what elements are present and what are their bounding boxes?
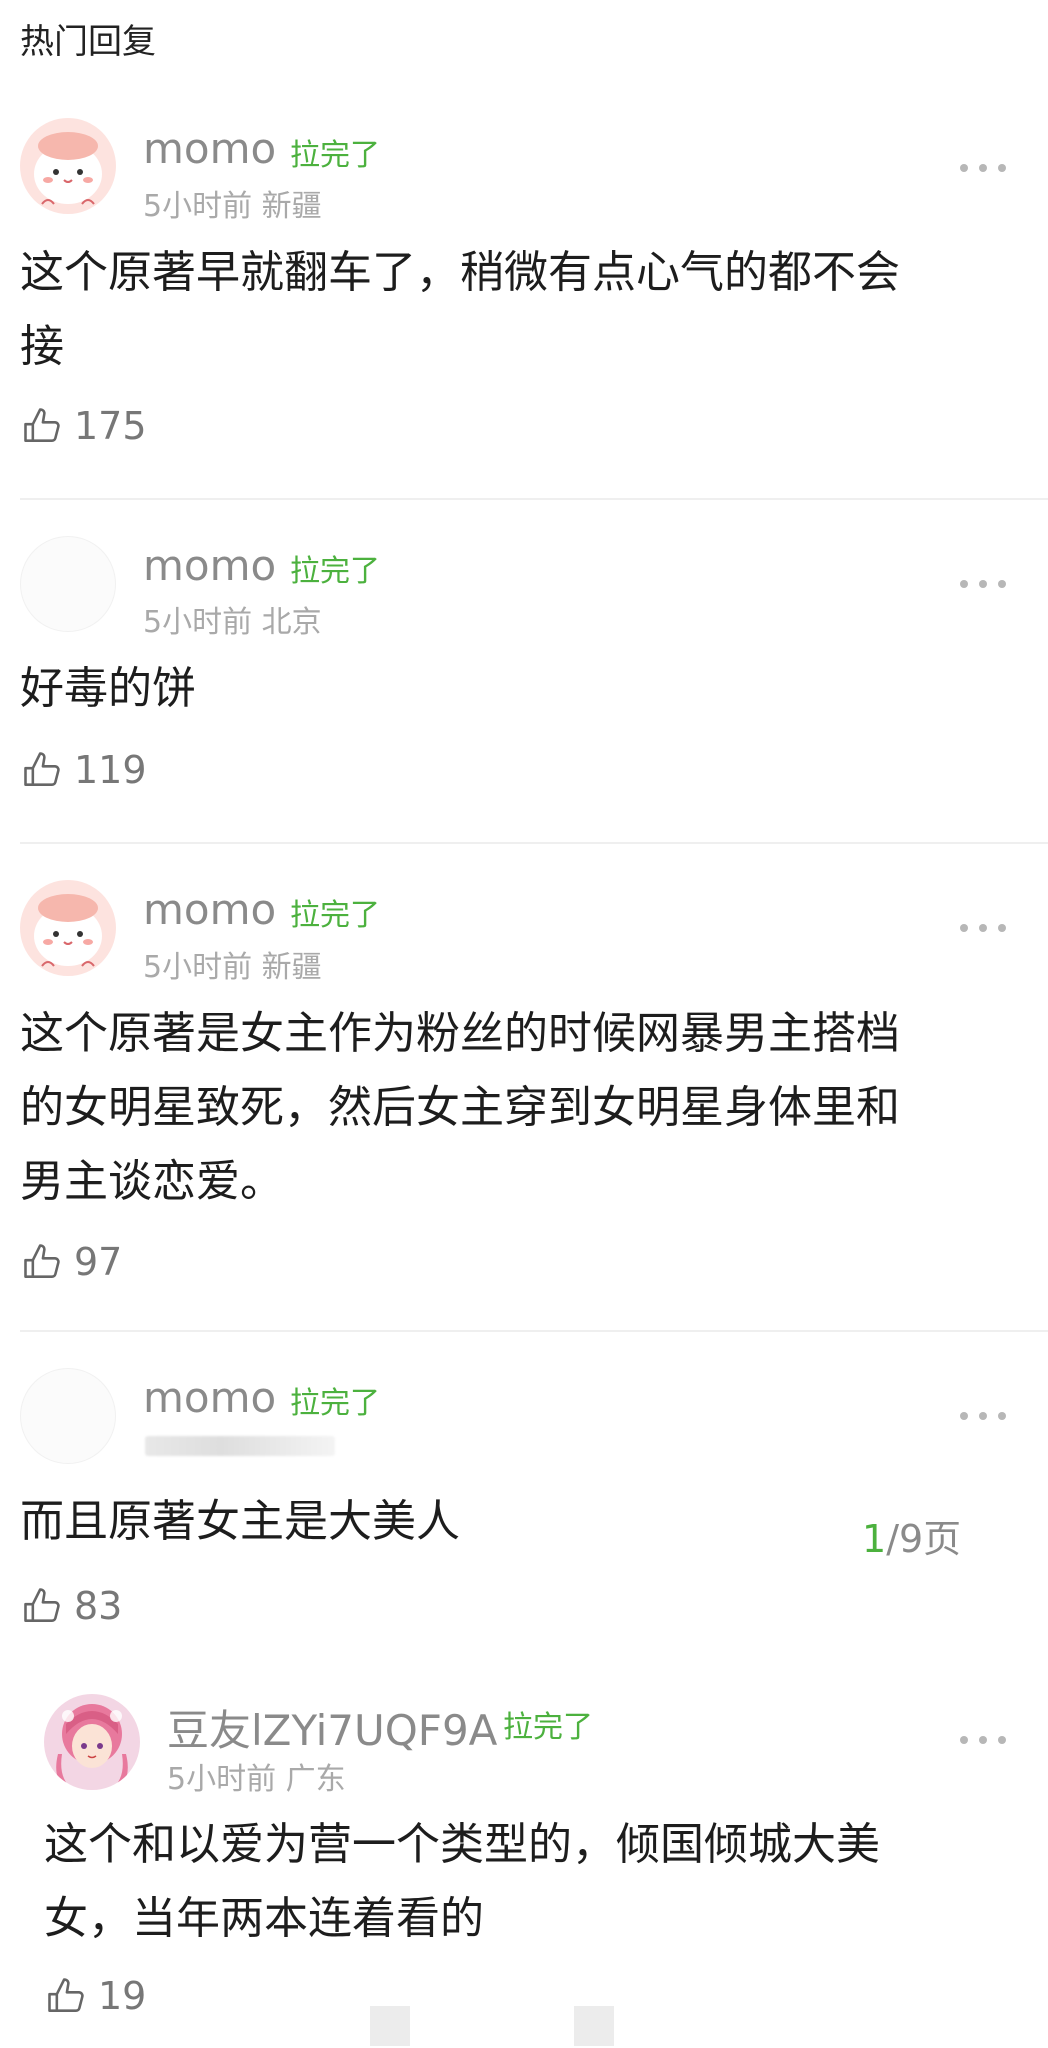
status-badge: 拉完了 — [290, 138, 380, 173]
like-button[interactable]: 175 — [20, 404, 147, 448]
like-count: 19 — [98, 1974, 147, 2018]
status-badge: 拉完了 — [290, 898, 380, 933]
more-dots-icon[interactable] — [960, 922, 1006, 934]
avatar[interactable] — [20, 1368, 116, 1464]
divider — [20, 498, 1048, 500]
comment-meta: 5小时前 北京 — [143, 597, 322, 641]
thumbs-up-icon — [48, 1978, 84, 2012]
comment-meta: 5小时前 广东 — [167, 1754, 346, 1798]
username[interactable]: 豆友lZYi7UQF9A — [167, 1697, 497, 1758]
location: 新疆 — [261, 189, 322, 224]
divider — [20, 842, 1048, 844]
like-count: 83 — [74, 1584, 123, 1628]
more-dots-icon[interactable] — [960, 1734, 1006, 1746]
timestamp: 5小时前 — [143, 950, 253, 985]
like-count: 119 — [74, 748, 147, 792]
timestamp: 5小时前 — [143, 605, 253, 640]
avatar[interactable] — [44, 1694, 140, 1790]
total-pages: /9页 — [886, 1517, 962, 1561]
cropped-element — [574, 2006, 614, 2046]
comment-text: 好毒的饼 — [20, 663, 196, 714]
like-count: 175 — [74, 404, 147, 448]
cat-avatar-icon — [20, 118, 116, 214]
comment-text: 而且原著女主是大美人 — [20, 1496, 460, 1547]
more-dots-icon[interactable] — [960, 162, 1006, 174]
like-count: 97 — [74, 1240, 123, 1284]
page-indicator[interactable]: 1/9页 — [862, 1508, 961, 1563]
status-badge: 拉完了 — [290, 1386, 380, 1421]
thumbs-up-icon — [24, 1588, 60, 1622]
more-dots-icon[interactable] — [960, 578, 1006, 590]
thumbs-up-icon — [24, 752, 60, 786]
location: 北京 — [261, 605, 322, 640]
timestamp: 5小时前 — [143, 189, 253, 224]
username[interactable]: momo — [143, 124, 276, 173]
comment-text: 这个原著早就翻车了，稍微有点心气的都不会 接 — [20, 247, 900, 372]
avatar[interactable] — [20, 536, 116, 632]
like-button[interactable]: 83 — [20, 1584, 122, 1628]
like-button[interactable]: 119 — [20, 748, 147, 792]
timestamp: 5小时前 — [167, 1762, 277, 1797]
comment-text: 这个和以爱为营一个类型的，倾国倾城大美 女，当年两本连着看的 — [44, 1819, 880, 1944]
thumbs-up-icon — [24, 408, 60, 442]
like-button[interactable]: 19 — [44, 1974, 146, 2018]
current-page: 1 — [862, 1517, 887, 1561]
username[interactable]: momo — [143, 1373, 276, 1422]
location: 新疆 — [261, 950, 322, 985]
avatar[interactable] — [20, 118, 116, 214]
cropped-element — [370, 2006, 410, 2046]
comment-meta: 5小时前 新疆 — [143, 181, 322, 225]
comment-meta: 5小时前 新疆 — [143, 942, 322, 986]
username[interactable]: momo — [143, 885, 276, 934]
more-dots-icon[interactable] — [960, 1410, 1006, 1422]
avatar[interactable] — [20, 880, 116, 976]
status-badge: 拉完了 — [290, 554, 380, 589]
status-badge: 拉完了 — [503, 1710, 593, 1745]
username[interactable]: momo — [143, 541, 276, 590]
blurred-meta — [145, 1436, 335, 1456]
cat-avatar-icon — [20, 880, 116, 976]
anime-girl-avatar-icon — [44, 1694, 140, 1790]
thumbs-up-icon — [24, 1244, 60, 1278]
location: 广东 — [285, 1762, 346, 1797]
divider — [20, 1330, 1048, 1332]
section-title: 热门回复 — [20, 22, 156, 62]
like-button[interactable]: 97 — [20, 1240, 122, 1284]
comment-text: 这个原著是女主作为粉丝的时候网暴男主搭档 的女明星致死，然后女主穿到女明星身体里… — [20, 1008, 900, 1207]
